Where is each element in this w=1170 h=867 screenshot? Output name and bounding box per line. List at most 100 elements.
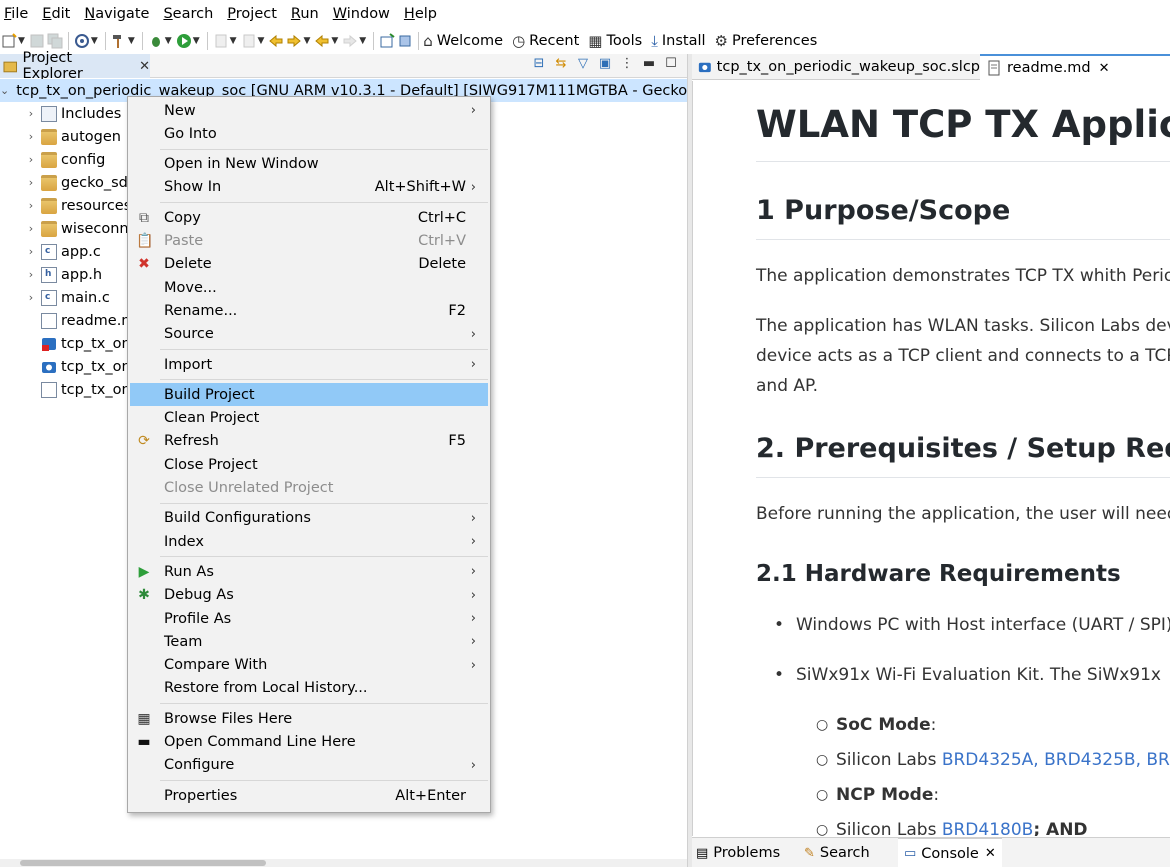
project-explorer-tabbar: Project Explorer ✕ ⊟ ⇆ ▽ ▣ ⋮ ▬ ☐ xyxy=(0,50,687,82)
menu-item-go-into[interactable]: Go Into xyxy=(130,122,488,145)
close-icon[interactable]: ✕ xyxy=(1099,61,1110,76)
save-all-button[interactable] xyxy=(47,30,63,52)
menu-item-restore-from-local-history[interactable]: Restore from Local History... xyxy=(130,677,488,700)
menu-item-copy[interactable]: ⧉ Copy Ctrl+C xyxy=(130,206,488,229)
chevron-right-icon: › xyxy=(470,103,476,118)
view-menu-icon[interactable]: ⋮ xyxy=(619,56,635,71)
menu-project[interactable]: Project xyxy=(223,0,283,28)
menu-help[interactable]: Help xyxy=(400,0,443,28)
chevron-right-icon[interactable]: › xyxy=(24,268,38,281)
preferences-button[interactable]: ⚙ Preferences xyxy=(715,32,818,50)
tab-console[interactable]: ▭ Console ✕ xyxy=(898,838,1002,867)
chevron-right-icon[interactable]: › xyxy=(24,176,38,189)
perspective-toggle-button[interactable] xyxy=(397,30,413,52)
menu-item-build-configurations[interactable]: Build Configurations › xyxy=(130,507,488,530)
list-item: SiWx91x Wi-Fi Evaluation Kit. The SiWx91… xyxy=(774,665,1161,685)
install-button[interactable]: ⤓ Install xyxy=(651,32,705,50)
open-perspective-button[interactable] xyxy=(379,30,395,52)
debug-button[interactable]: ▼ xyxy=(148,30,174,52)
forward-button[interactable]: ▼ xyxy=(342,30,368,52)
back-button[interactable]: ▼ xyxy=(314,30,340,52)
step-button[interactable]: ▼ xyxy=(241,30,267,52)
menu-item-close-project[interactable]: Close Project xyxy=(130,453,488,476)
menu-item-browse-files-here[interactable]: ▦ Browse Files Here xyxy=(130,707,488,730)
menu-item-open-command-line-here[interactable]: ▬ Open Command Line Here xyxy=(130,731,488,754)
tab-readme[interactable]: readme.md ✕ xyxy=(980,54,1170,80)
menu-item-source[interactable]: Source › xyxy=(130,323,488,346)
menu-item-debug-as[interactable]: ✱ Debug As › xyxy=(130,584,488,607)
bug-icon xyxy=(151,37,160,47)
link-editor-icon[interactable]: ⇆ xyxy=(553,56,569,71)
menu-item-configure[interactable]: Configure › xyxy=(130,754,488,777)
chevron-right-icon: › xyxy=(470,611,476,626)
menu-run[interactable]: Run xyxy=(287,0,325,28)
minimize-icon[interactable]: ▬ xyxy=(641,56,657,71)
scrollbar-thumb[interactable] xyxy=(20,860,266,866)
board-link[interactable]: BRD4325A, BRD4325B, BRD4325C xyxy=(942,750,1170,770)
close-icon[interactable]: ✕ xyxy=(985,846,996,861)
tab-search[interactable]: ✎ Search xyxy=(804,838,870,867)
menu-item-run-as[interactable]: ▶ Run As › xyxy=(130,560,488,583)
prev-annotation-button[interactable] xyxy=(268,30,284,52)
save-button[interactable] xyxy=(29,30,45,52)
new-button[interactable]: ▼ xyxy=(1,30,27,52)
next-annotation-button[interactable]: ▼ xyxy=(286,30,312,52)
focus-icon[interactable]: ▣ xyxy=(597,56,613,71)
menu-item-rename[interactable]: Rename... F2 xyxy=(130,299,488,322)
menu-item-close-unrelated-project: Close Unrelated Project xyxy=(130,477,488,500)
tab-problems[interactable]: ▤ Problems xyxy=(696,838,780,867)
menu-item-build-project[interactable]: Build Project xyxy=(130,383,488,407)
chevron-right-icon[interactable]: › xyxy=(24,199,38,212)
menu-search[interactable]: Search xyxy=(159,0,219,28)
horizontal-scrollbar[interactable] xyxy=(0,859,687,867)
menu-item-open-in-new-window[interactable]: Open in New Window xyxy=(130,153,488,176)
tools-button[interactable]: ▦ Tools xyxy=(588,32,642,50)
run-button[interactable]: ▼ xyxy=(176,30,202,52)
recent-button[interactable]: ◷ Recent xyxy=(512,32,579,50)
delete-icon: ✖ xyxy=(138,256,150,273)
chevron-down-icon[interactable]: ⌄ xyxy=(0,84,9,97)
menu-item-label: Build Configurations xyxy=(164,510,311,527)
heading-rule xyxy=(756,239,1170,240)
collapse-all-icon[interactable]: ⊟ xyxy=(531,56,547,71)
chevron-right-icon[interactable]: › xyxy=(24,222,38,235)
menu-item-refresh[interactable]: ⟳ Refresh F5 xyxy=(130,430,488,453)
editor-tabbar: tcp_tx_on_periodic_wakeup_soc.slcp readm… xyxy=(692,54,1170,80)
build-button[interactable]: ▼ xyxy=(111,30,137,52)
menu-item-team[interactable]: Team › xyxy=(130,630,488,653)
tab-slcp[interactable]: tcp_tx_on_periodic_wakeup_soc.slcp xyxy=(692,54,980,80)
menu-item-label: Source xyxy=(164,326,214,343)
menu-item-index[interactable]: Index › xyxy=(130,530,488,553)
maximize-icon[interactable]: ☐ xyxy=(663,56,679,71)
board-link[interactable]: BRD4180B xyxy=(942,820,1034,836)
menu-item-profile-as[interactable]: Profile As › xyxy=(130,607,488,630)
filter-icon[interactable]: ▽ xyxy=(575,56,591,71)
menu-separator xyxy=(160,703,488,705)
target-button[interactable]: ▼ xyxy=(74,30,100,52)
external-tools-button[interactable]: ▼ xyxy=(213,30,239,52)
menu-item-clean-project[interactable]: Clean Project xyxy=(130,407,488,430)
prereq-paragraph: Before running the application, the user… xyxy=(756,504,1170,524)
menu-item-new[interactable]: New › xyxy=(130,99,488,122)
chevron-right-icon[interactable]: › xyxy=(24,245,38,258)
chevron-right-icon[interactable]: › xyxy=(24,153,38,166)
chevron-right-icon[interactable]: › xyxy=(24,107,38,120)
menu-navigate[interactable]: Navigate xyxy=(80,0,155,28)
menu-window[interactable]: Window xyxy=(329,0,396,28)
menu-edit[interactable]: Edit xyxy=(38,0,76,28)
menu-item-compare-with[interactable]: Compare With › xyxy=(130,654,488,677)
menu-item-show-in[interactable]: Show In Alt+Shift+W › xyxy=(130,176,488,199)
menu-item-delete[interactable]: ✖ Delete Delete xyxy=(130,253,488,276)
close-icon[interactable]: ✕ xyxy=(139,59,150,74)
tab-project-explorer[interactable]: Project Explorer ✕ xyxy=(0,50,150,82)
chevron-right-icon[interactable]: › xyxy=(24,291,38,304)
menu-item-properties[interactable]: Properties Alt+Enter xyxy=(130,784,488,807)
menu-item-label: Index xyxy=(164,533,204,550)
chevron-right-icon[interactable]: › xyxy=(24,130,38,143)
welcome-button[interactable]: ⌂ Welcome xyxy=(423,32,503,50)
menu-file[interactable]: File xyxy=(0,0,34,28)
menu-item-move[interactable]: Move... xyxy=(130,276,488,299)
menu-item-import[interactable]: Import › xyxy=(130,353,488,376)
list-item: Windows PC with Host interface (UART / S… xyxy=(774,615,1170,635)
home-icon: ⌂ xyxy=(423,32,433,50)
